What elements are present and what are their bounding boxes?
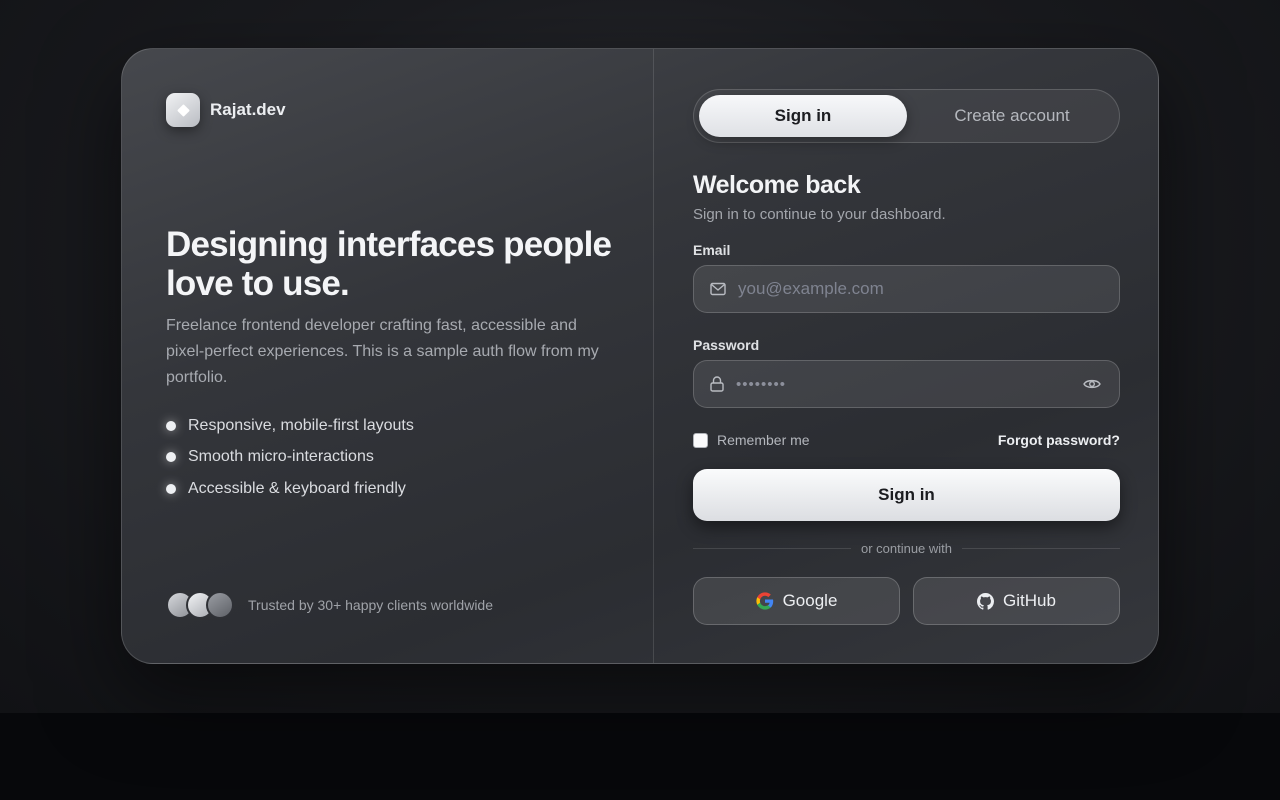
mail-icon: [710, 282, 726, 296]
tab-sign-in[interactable]: Sign in: [699, 95, 907, 137]
password-field[interactable]: ••••••••: [693, 360, 1120, 408]
google-label: Google: [782, 591, 838, 610]
bullet-icon: [166, 420, 176, 431]
bullet-icon: [166, 483, 176, 494]
social-divider: or continue with: [693, 540, 1120, 556]
avatar-stack: [166, 591, 234, 619]
sign-in-button[interactable]: Sign in: [693, 469, 1120, 521]
email-label: Email: [693, 242, 731, 258]
password-label: Password: [693, 337, 760, 353]
avatar: [206, 591, 234, 619]
form-options: Remember me Forgot password?: [693, 429, 1120, 451]
github-button[interactable]: GitHub: [913, 577, 1120, 625]
diamond-icon: [166, 93, 200, 127]
tab-create-account[interactable]: Create account: [908, 95, 1116, 137]
feature-item: Accessible & keyboard friendly: [166, 473, 414, 505]
feature-item: Responsive, mobile-first layouts: [166, 410, 414, 442]
remember-label: Remember me: [717, 432, 810, 448]
google-icon: [755, 592, 773, 610]
auth-tabs: Sign in Create account: [693, 89, 1120, 143]
auth-panel: Sign in Create account Welcome back Sign…: [654, 49, 1158, 663]
divider-line: [962, 547, 1120, 549]
remember-me[interactable]: Remember me: [693, 432, 810, 448]
email-field[interactable]: [693, 265, 1120, 313]
lock-icon: [710, 376, 724, 392]
remember-checkbox[interactable]: [693, 432, 708, 448]
password-input[interactable]: ••••••••: [736, 376, 1083, 393]
brand-name: Rajat.dev: [210, 100, 286, 119]
google-button[interactable]: Google: [693, 577, 900, 625]
form-title: Welcome back: [693, 171, 861, 199]
github-label: GitHub: [1003, 591, 1056, 610]
brand-logo[interactable]: Rajat.dev: [166, 93, 286, 127]
feature-label: Smooth micro-interactions: [188, 448, 374, 466]
email-input[interactable]: [738, 279, 1119, 299]
hero-description: Freelance frontend developer crafting fa…: [166, 317, 599, 386]
hero-panel: Rajat.dev Designing interfaces people lo…: [122, 49, 653, 663]
bullet-icon: [166, 452, 176, 463]
forgot-password-link[interactable]: Forgot password?: [998, 432, 1120, 448]
trust-row: Trusted by 30+ happy clients worldwide: [166, 591, 493, 619]
trust-text: Trusted by 30+ happy clients worldwide: [248, 597, 493, 613]
divider-text: or continue with: [860, 540, 953, 556]
feature-label: Responsive, mobile-first layouts: [188, 416, 414, 434]
auth-card: Rajat.dev Designing interfaces people lo…: [121, 48, 1159, 664]
divider-line: [693, 547, 851, 549]
form-subtitle: Sign in to continue to your dashboard.: [693, 206, 946, 223]
feature-label: Accessible & keyboard friendly: [188, 479, 406, 497]
feature-item: Smooth micro-interactions: [166, 442, 414, 474]
feature-list: Responsive, mobile-first layouts Smooth …: [166, 410, 414, 505]
eye-icon[interactable]: [1083, 378, 1101, 390]
hero-headline: Designing interfaces people love to use.: [166, 225, 612, 303]
github-icon: [977, 592, 995, 610]
